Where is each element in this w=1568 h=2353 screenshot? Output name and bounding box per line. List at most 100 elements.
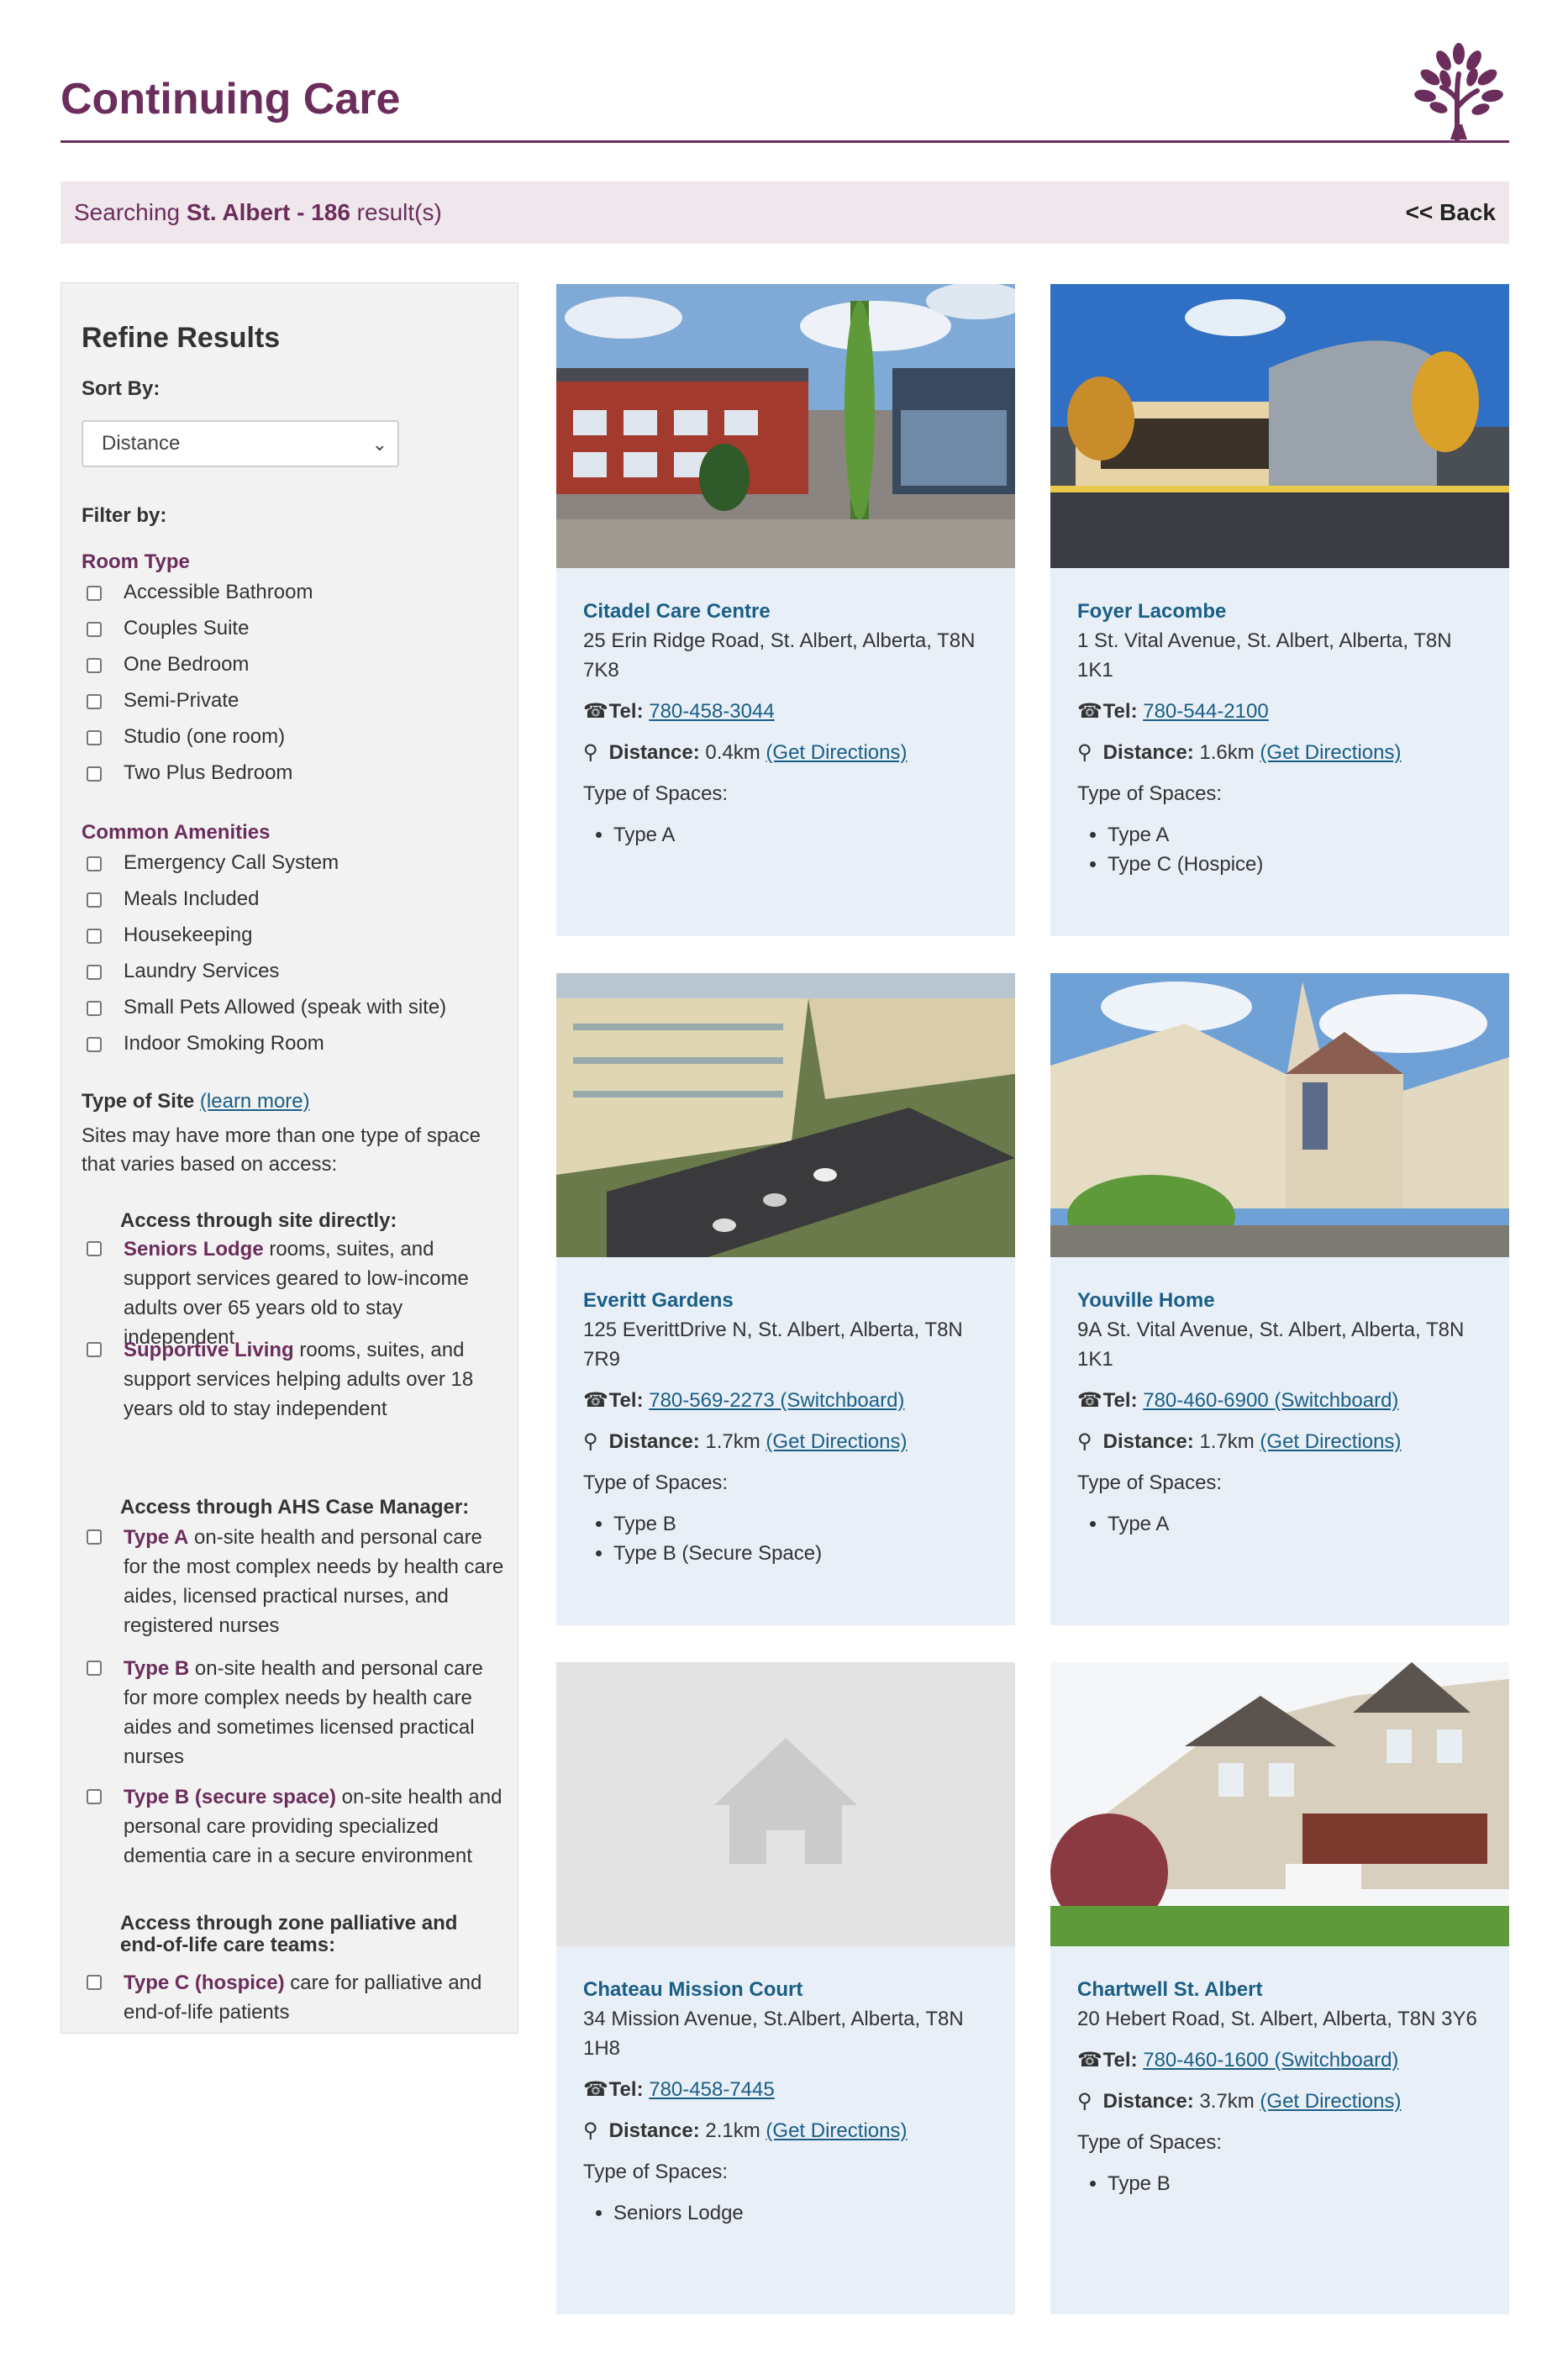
space-type-list: Seniors Lodge bbox=[583, 2198, 995, 2228]
site-type-option[interactable]: Type C (hospice) care for palliative and… bbox=[87, 1968, 507, 2027]
checkbox[interactable] bbox=[87, 1661, 102, 1676]
distance-row: ⚲ Distance: 1.7km (Get Directions) bbox=[583, 1427, 995, 1456]
site-type-option[interactable]: Type A on-site health and personal care … bbox=[87, 1523, 507, 1640]
phone-link[interactable]: 780-569-2273 (Switchboard) bbox=[649, 1389, 904, 1412]
checkbox-label: Housekeeping bbox=[124, 924, 253, 946]
checkbox[interactable] bbox=[87, 622, 102, 637]
facility-address: 9A St. Vital Avenue, St. Albert, Alberta… bbox=[1077, 1319, 1465, 1371]
checkbox[interactable] bbox=[87, 965, 102, 980]
checkbox[interactable] bbox=[87, 892, 102, 908]
search-summary: Searching St. Albert - 186 result(s) bbox=[74, 199, 442, 226]
sort-select[interactable]: Distance ⌄ bbox=[82, 420, 399, 467]
result-card[interactable]: Everitt Gardens 125 EverittDrive N, St. … bbox=[556, 973, 1015, 1625]
distance-row: ⚲ Distance: 3.7km (Get Directions) bbox=[1077, 2087, 1489, 2116]
checkbox[interactable] bbox=[87, 1241, 102, 1256]
checkbox-label: Small Pets Allowed (speak with site) bbox=[124, 996, 447, 1019]
checkbox[interactable] bbox=[87, 1975, 102, 1990]
space-type-list: Type B bbox=[1077, 2169, 1489, 2198]
checkbox-label: Semi-Private bbox=[124, 689, 239, 712]
directions-link[interactable]: (Get Directions) bbox=[766, 2119, 907, 2142]
directions-link[interactable]: (Get Directions) bbox=[1260, 2090, 1401, 2113]
checkbox[interactable] bbox=[87, 586, 102, 601]
site-type-option[interactable]: Supportive Living rooms, suites, and sup… bbox=[87, 1335, 507, 1424]
directions-link[interactable]: (Get Directions) bbox=[1260, 1430, 1401, 1453]
map-pin-icon: ⚲ bbox=[583, 741, 598, 764]
space-type-item: Type B (Secure Space) bbox=[613, 1539, 995, 1568]
distance-value: 1.6km bbox=[1199, 741, 1255, 764]
phone-icon: ☎ bbox=[583, 1389, 608, 1412]
directions-link[interactable]: (Get Directions) bbox=[1260, 741, 1401, 764]
checkbox[interactable] bbox=[87, 730, 102, 745]
facility-photo bbox=[556, 284, 1015, 568]
phone-icon: ☎ bbox=[1077, 700, 1102, 723]
amenities-title: Common Amenities bbox=[82, 821, 271, 844]
distance-label: Distance: bbox=[608, 1430, 700, 1453]
directions-link[interactable]: (Get Directions) bbox=[766, 741, 907, 764]
types-label: Type of Spaces: bbox=[1077, 2131, 1223, 2154]
card-body: Chateau Mission Court 34 Mission Avenue,… bbox=[583, 1975, 995, 2228]
phone-link[interactable]: 780-458-3044 bbox=[649, 700, 774, 723]
phone-link[interactable]: 780-460-6900 (Switchboard) bbox=[1143, 1389, 1398, 1412]
site-type-option[interactable]: Type B on-site health and personal care … bbox=[87, 1654, 507, 1771]
facility-name[interactable]: Citadel Care Centre bbox=[583, 597, 995, 626]
checkbox[interactable] bbox=[87, 1001, 102, 1016]
checkbox[interactable] bbox=[87, 658, 102, 673]
site-type-description: Type B on-site health and personal care … bbox=[124, 1654, 507, 1771]
site-type-option[interactable]: Seniors Lodge rooms, suites, and support… bbox=[87, 1234, 507, 1352]
facility-name[interactable]: Chartwell St. Albert bbox=[1077, 1975, 1489, 2004]
checkbox[interactable] bbox=[87, 1529, 102, 1545]
space-type-item: Type A bbox=[613, 820, 995, 850]
card-body: Citadel Care Centre 25 Erin Ridge Road, … bbox=[583, 597, 995, 850]
map-pin-icon: ⚲ bbox=[1077, 741, 1092, 764]
facility-name[interactable]: Chateau Mission Court bbox=[583, 1975, 995, 2004]
result-card[interactable]: Citadel Care Centre 25 Erin Ridge Road, … bbox=[556, 284, 1015, 936]
site-type-title: Type of Site (learn more) bbox=[82, 1090, 310, 1113]
distance-value: 3.7km bbox=[1199, 2090, 1255, 2113]
phone-row: ☎ Tel: 780-458-3044 bbox=[583, 697, 995, 726]
facility-name[interactable]: Foyer Lacombe bbox=[1077, 597, 1489, 626]
checkbox[interactable] bbox=[87, 766, 102, 782]
site-type-description: Type C (hospice) care for palliative and… bbox=[124, 1968, 507, 2027]
site-type-description: Type B (secure space) on-site health and… bbox=[124, 1782, 507, 1871]
result-card[interactable]: Foyer Lacombe 1 St. Vital Avenue, St. Al… bbox=[1050, 284, 1509, 936]
site-type-option[interactable]: Type B (secure space) on-site health and… bbox=[87, 1782, 507, 1871]
result-card[interactable]: Youville Home 9A St. Vital Avenue, St. A… bbox=[1050, 973, 1509, 1625]
access-direct-heading: Access through site directly: bbox=[120, 1209, 397, 1232]
site-type-note: Sites may have more than one type of spa… bbox=[82, 1124, 481, 1176]
space-type-list: Type A Type C (Hospice) bbox=[1077, 820, 1489, 879]
facility-address: 1 St. Vital Avenue, St. Albert, Alberta,… bbox=[1077, 629, 1452, 682]
checkbox-label: One Bedroom bbox=[124, 653, 250, 676]
filter-label: Filter by: bbox=[82, 504, 167, 527]
directions-link[interactable]: (Get Directions) bbox=[766, 1430, 907, 1453]
result-card[interactable]: Chartwell St. Albert 20 Hebert Road, St.… bbox=[1050, 1662, 1509, 2314]
phone-link[interactable]: 780-458-7445 bbox=[649, 2078, 774, 2101]
checkbox[interactable] bbox=[87, 1342, 102, 1357]
search-suffix: result(s) bbox=[350, 199, 442, 225]
result-card[interactable]: Chateau Mission Court 34 Mission Avenue,… bbox=[556, 1662, 1015, 2314]
phone-link[interactable]: 780-544-2100 bbox=[1143, 700, 1268, 723]
facility-address: 25 Erin Ridge Road, St. Albert, Alberta,… bbox=[583, 629, 976, 682]
checkbox[interactable] bbox=[87, 1789, 102, 1804]
phone-link[interactable]: 780-460-1600 (Switchboard) bbox=[1143, 2049, 1398, 2071]
tel-label: Tel: bbox=[608, 700, 644, 723]
learn-more-link[interactable]: (learn more) bbox=[200, 1090, 310, 1113]
tel-label: Tel: bbox=[1102, 1389, 1138, 1412]
checkbox-label: Couples Suite bbox=[124, 617, 250, 640]
home-icon bbox=[714, 1738, 857, 1864]
sort-select-value: Distance bbox=[102, 432, 181, 455]
back-button[interactable]: << Back bbox=[1406, 199, 1496, 226]
checkbox[interactable] bbox=[87, 929, 102, 944]
phone-row: ☎ Tel: 780-458-7445 bbox=[583, 2075, 995, 2104]
facility-photo bbox=[1050, 284, 1509, 568]
site-type-description: Supportive Living rooms, suites, and sup… bbox=[124, 1335, 507, 1424]
tel-label: Tel: bbox=[1102, 700, 1138, 723]
checkbox[interactable] bbox=[87, 856, 102, 871]
refine-title: Refine Results bbox=[82, 322, 281, 354]
checkbox[interactable] bbox=[87, 694, 102, 709]
checkbox[interactable] bbox=[87, 1037, 102, 1052]
types-label: Type of Spaces: bbox=[583, 1471, 729, 1494]
facility-name[interactable]: Everitt Gardens bbox=[583, 1286, 995, 1315]
types-label: Type of Spaces: bbox=[1077, 1471, 1223, 1494]
site-type-description: Type A on-site health and personal care … bbox=[124, 1523, 507, 1640]
facility-name[interactable]: Youville Home bbox=[1077, 1286, 1489, 1315]
